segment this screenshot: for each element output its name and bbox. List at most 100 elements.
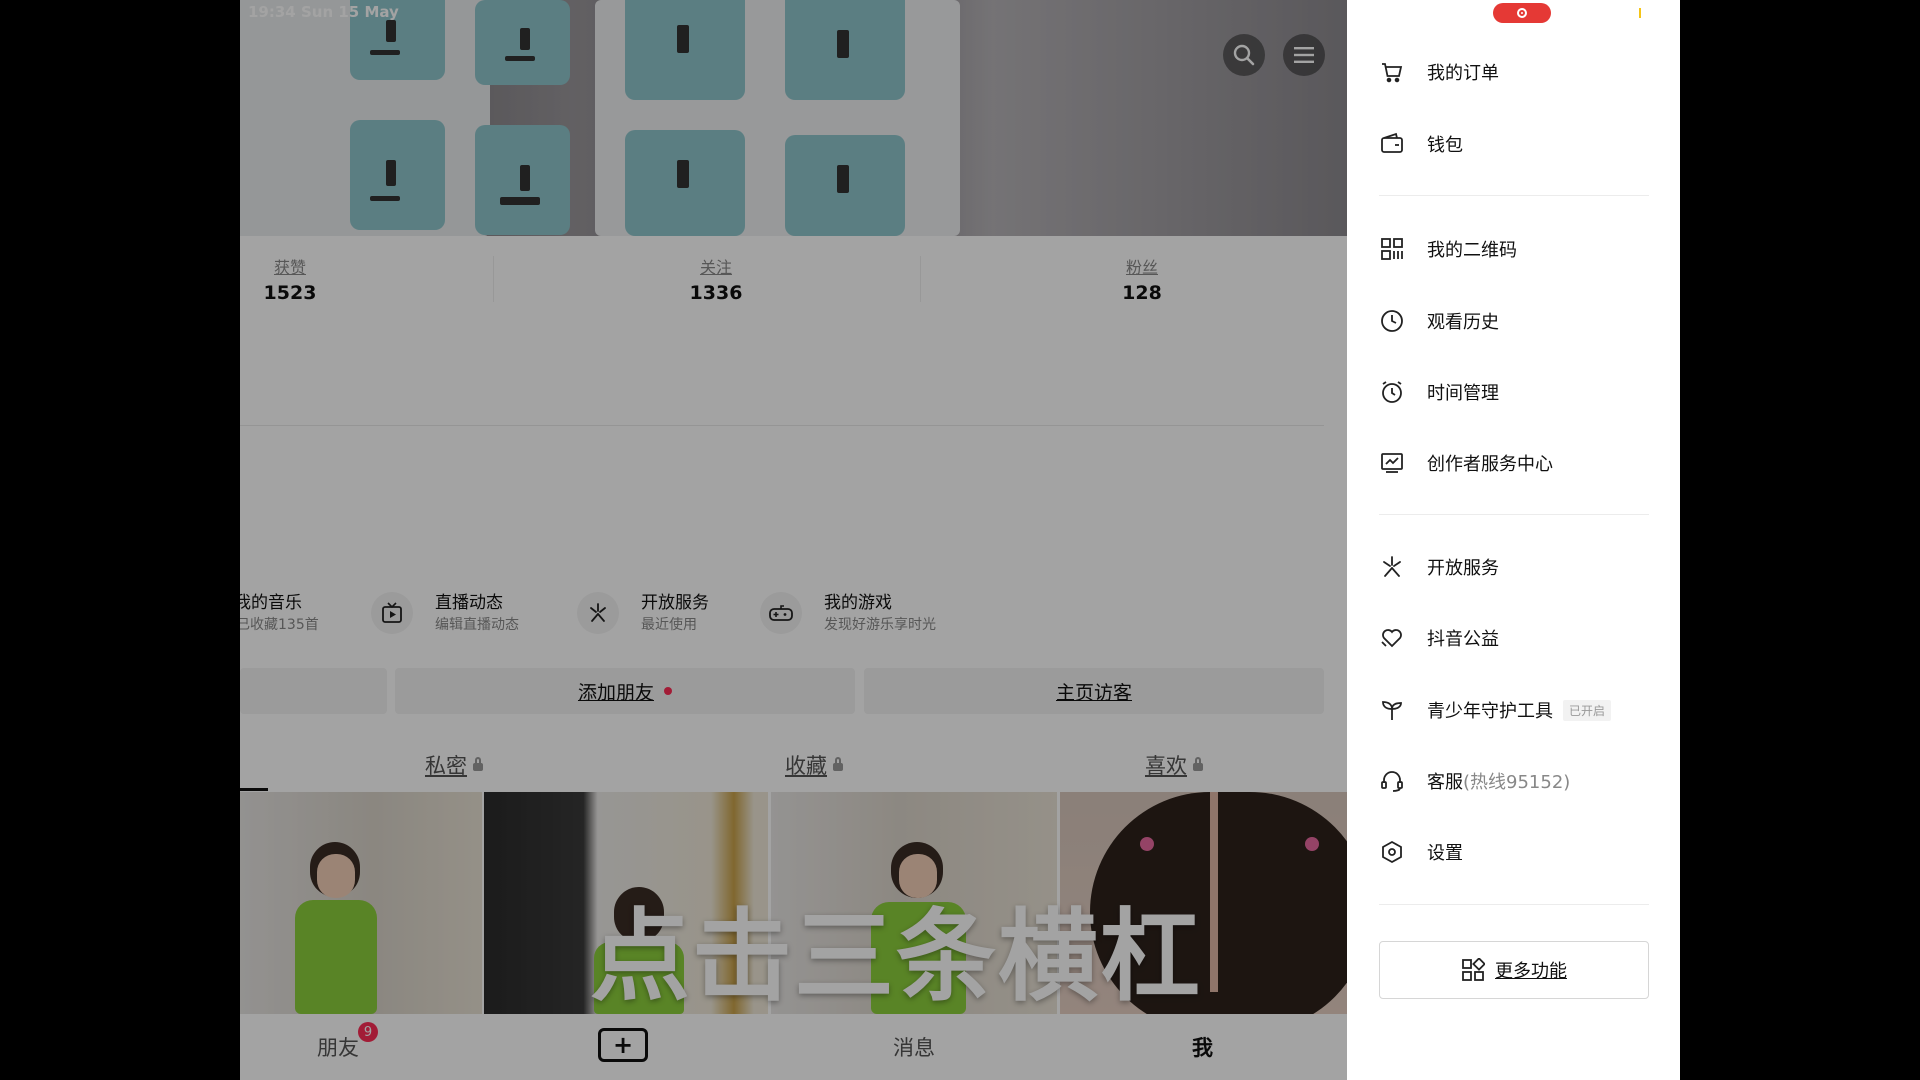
tool-title: 直播动态 [435,593,503,613]
tab-favorites[interactable]: 收藏 [785,750,843,780]
menu-item-customer-service[interactable]: 客服(热线95152) [1379,761,1659,801]
tab-private[interactable]: 私密 [425,750,483,780]
creator-chart-icon [1379,450,1405,476]
battery-indicator [1639,8,1641,18]
menu-label: 我的二维码 [1427,240,1517,261]
menu-label: 客服(热线95152) [1427,768,1570,794]
add-friends-label: 添加朋友 [577,681,654,704]
profile-page: 19:34 Sun 15 May 获赞 1523 关注 1336 粉丝 128 … [240,0,1347,1080]
qrcode-icon [1379,236,1405,262]
tool-title: 我的音乐 [240,593,302,613]
sprout-icon [1379,697,1405,723]
tab-label: 喜欢 [1145,754,1187,778]
grid-apps-icon [1461,958,1485,982]
notification-dot [664,687,672,695]
hamburger-icon [1293,46,1315,64]
gamepad-icon [760,592,802,634]
tool-subtitle: 编辑直播动态 [435,617,519,633]
menu-label: 我的订单 [1427,63,1499,84]
lock-icon [473,757,483,771]
nav-label: 朋友 [317,1036,359,1060]
menu-label: 青少年守护工具 [1427,701,1553,722]
tool-subtitle: 发现好游乐享时光 [824,617,936,633]
nav-messages[interactable]: 消息 [893,1032,935,1062]
plus-icon: + [612,1031,634,1059]
open-services-icon [577,592,619,634]
settings-icon [1379,839,1405,865]
menu-button[interactable] [1283,34,1325,76]
menu-label: 创作者服务中心 [1427,454,1553,475]
add-friends-button[interactable]: 添加朋友 [395,668,855,714]
record-icon [1517,8,1527,18]
search-button[interactable] [1223,34,1265,76]
nav-friends[interactable]: 朋友 [317,1032,359,1062]
tool-my-games[interactable]: 我的游戏 发现好游乐享时光 [760,588,980,640]
tool-subtitle: 已收藏135首 [240,617,319,633]
stat-label: 关注 [699,258,732,277]
menu-item-orders[interactable]: 我的订单 [1379,52,1659,92]
nav-me[interactable]: 我 [1192,1032,1213,1062]
tool-subtitle: 最近使用 [641,617,697,633]
screen-recording-indicator [1493,3,1551,23]
tool-open-services[interactable]: 开放服务 最近使用 [577,588,727,640]
alarm-icon [1379,379,1405,405]
clock-icon [1379,308,1405,334]
overlay-caption: 点击三条横杠 [590,898,1202,1015]
menu-item-creator-center[interactable]: 创作者服务中心 [1379,443,1659,483]
stat-value: 1523 [263,282,317,304]
status-tag: 已开启 [1563,699,1612,721]
video-thumbnail[interactable] [240,792,482,1014]
status-bar-time: 19:34 Sun 15 May [248,3,399,21]
stat-likes[interactable]: 获赞 1523 [240,254,350,304]
bottom-nav: 朋友 9 + 消息 我 [240,1014,1347,1080]
menu-label: 抖音公益 [1427,629,1499,650]
live-tv-icon [371,592,413,634]
menu-item-watch-history[interactable]: 观看历史 [1379,301,1659,341]
menu-label: 设置 [1427,843,1463,864]
hotline-number: (热线95152) [1463,772,1571,793]
charity-heart-icon [1379,625,1405,651]
tab-label: 收藏 [785,754,827,778]
stat-label: 获赞 [273,258,306,277]
lock-icon [1193,757,1203,771]
tab-likes[interactable]: 喜欢 [1145,750,1203,780]
menu-label: 开放服务 [1427,558,1499,579]
search-icon [1233,44,1255,66]
menu-item-wallet[interactable]: 钱包 [1379,124,1659,164]
menu-label: 观看历史 [1427,312,1499,333]
menu-item-charity[interactable]: 抖音公益 [1379,618,1659,658]
stat-value: 128 [1122,282,1162,304]
tool-title: 我的游戏 [824,593,892,613]
stat-label: 粉丝 [1125,258,1158,277]
more-features-button[interactable]: 更多功能 [1379,941,1649,999]
stat-value: 1336 [689,282,743,304]
menu-item-time-management[interactable]: 时间管理 [1379,372,1659,412]
more-features-label: 更多功能 [1495,961,1567,982]
menu-label: 钱包 [1427,135,1463,156]
menu-item-qrcode[interactable]: 我的二维码 [1379,229,1659,269]
stat-followers[interactable]: 粉丝 128 [1082,254,1202,304]
open-services-icon [1379,554,1405,580]
wallet-icon [1379,131,1405,157]
tool-my-music[interactable]: 我的音乐 已收藏135首 [240,588,340,640]
action-pill-partial[interactable] [240,668,387,714]
tab-label: 私密 [425,754,467,778]
tool-live-updates[interactable]: 直播动态 编辑直播动态 [371,588,551,640]
menu-item-settings[interactable]: 设置 [1379,832,1659,872]
stat-following[interactable]: 关注 1336 [656,254,776,304]
create-post-button[interactable]: + [598,1028,648,1062]
headset-icon [1379,768,1405,794]
visitors-button[interactable]: 主页访客 [864,668,1324,714]
side-drawer-menu: 我的订单 钱包 我的二维码 观看历史 时间管理 创作者服务中心 开放服务 抖音公… [1347,0,1680,1080]
menu-label: 时间管理 [1427,383,1499,404]
cart-icon [1379,59,1405,85]
menu-item-youth-protection[interactable]: 青少年守护工具 已开启 [1379,690,1659,730]
visitors-label: 主页访客 [1055,681,1132,704]
menu-item-open-services[interactable]: 开放服务 [1379,547,1659,587]
friends-badge: 9 [358,1022,378,1042]
lock-icon [833,757,843,771]
nav-label: 消息 [893,1036,935,1060]
tab-indicator [240,788,268,791]
tool-title: 开放服务 [641,593,709,613]
menu-label-main: 客服 [1427,772,1463,793]
